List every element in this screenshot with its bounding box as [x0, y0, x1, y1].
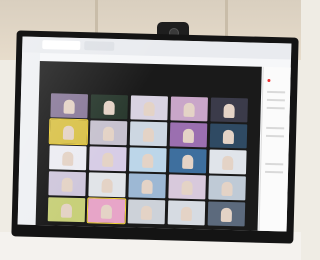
screen-glare — [17, 36, 292, 232]
monitor-screen — [17, 36, 292, 232]
photo-scene — [0, 0, 301, 260]
